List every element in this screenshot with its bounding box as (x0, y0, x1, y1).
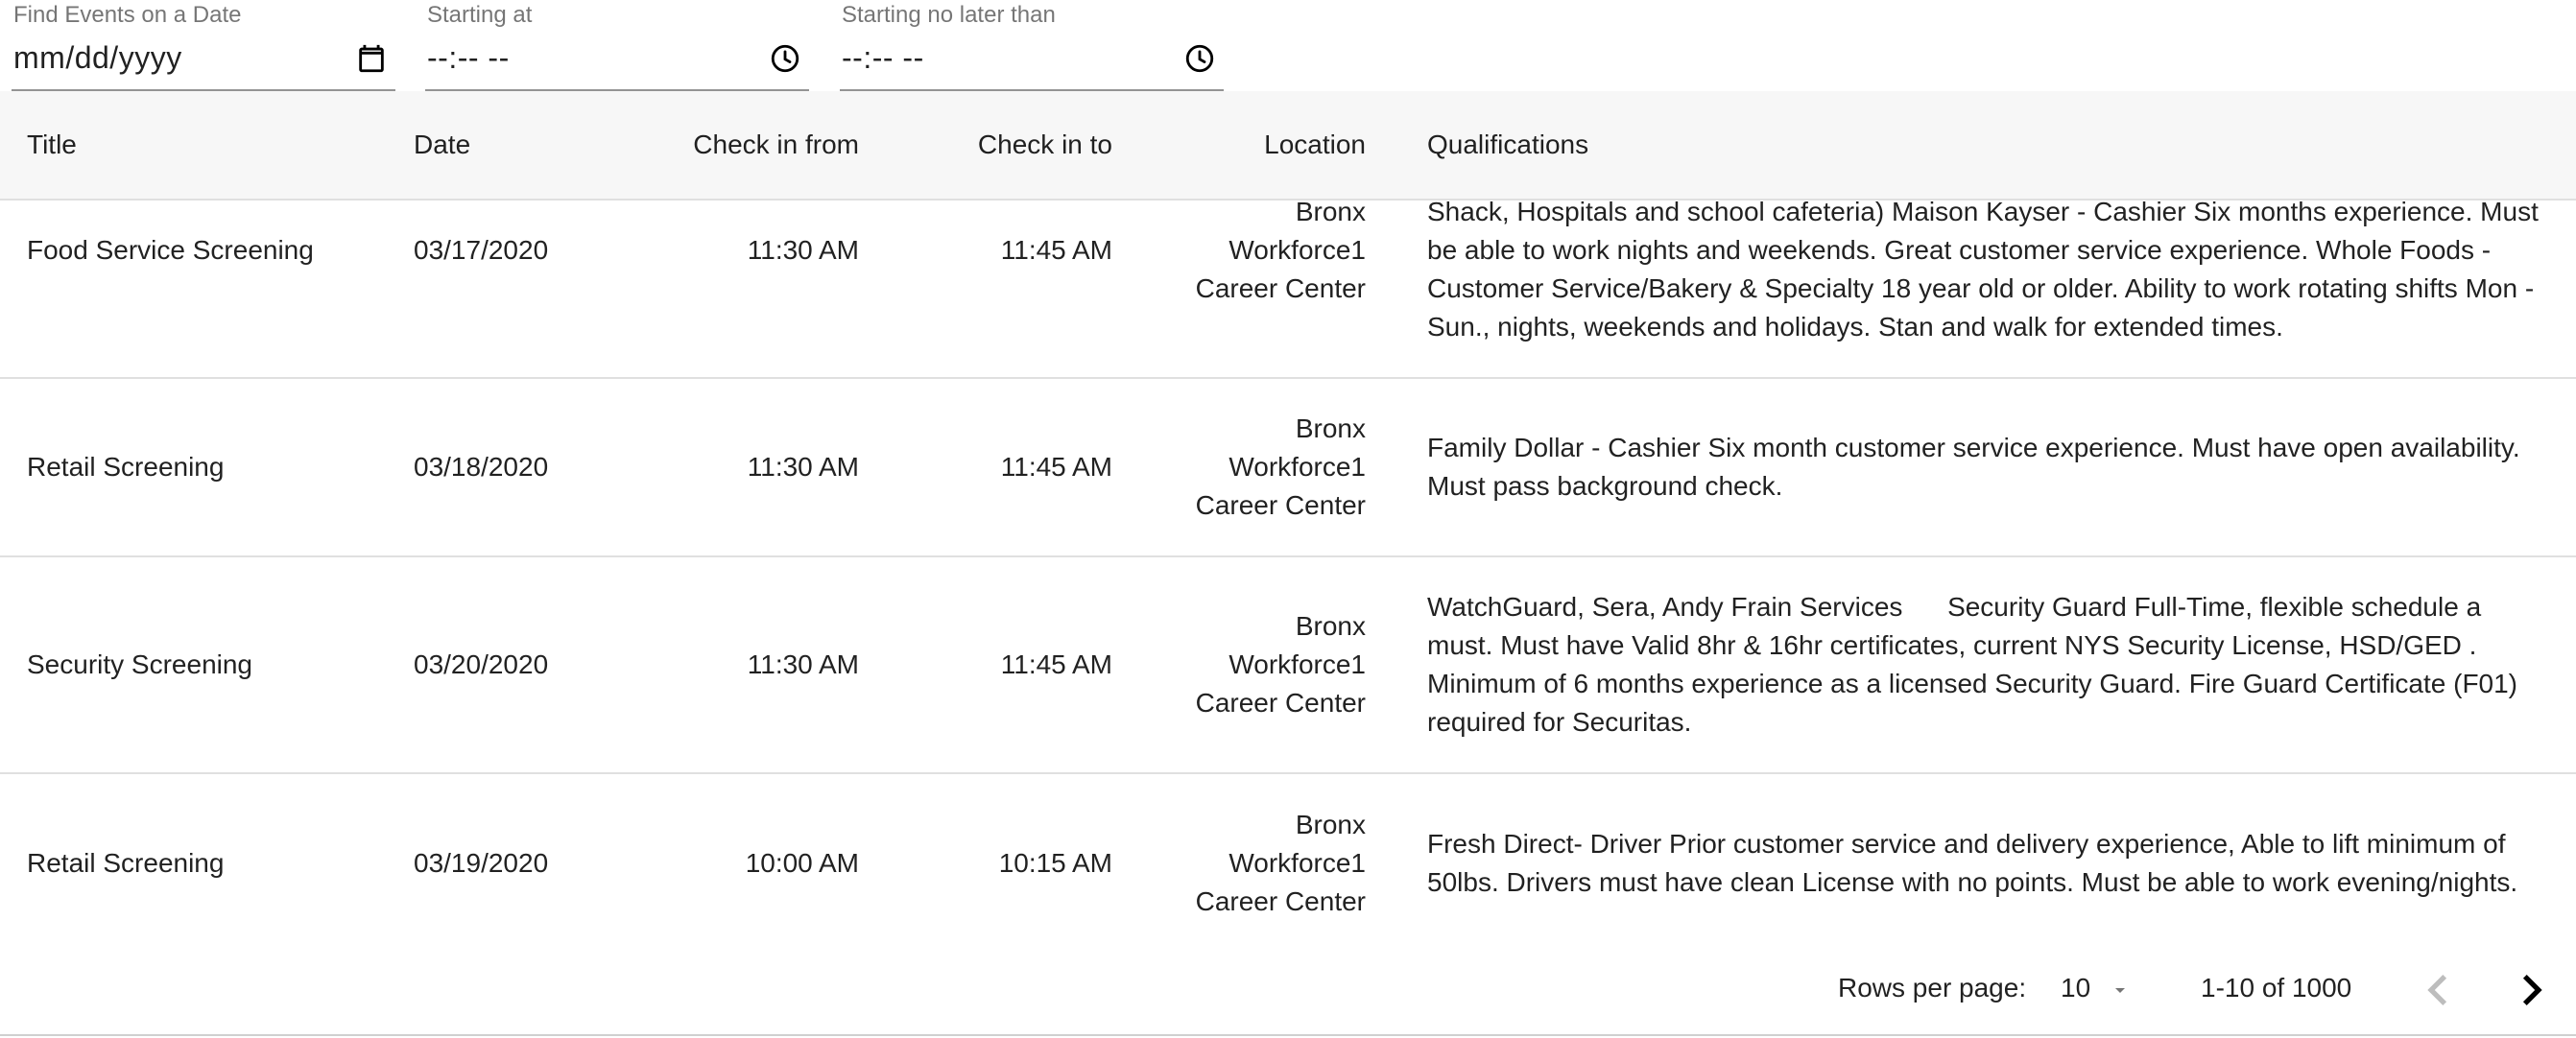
cell-location: Bronx Workforce1 Career Center (1195, 810, 1366, 916)
start-time-filter-field[interactable]: Starting at --:-- -- (425, 0, 809, 91)
cell-title: Security Screening (27, 649, 253, 679)
cell-check-in-from: 10:00 AM (745, 848, 859, 878)
column-header-check-in-to[interactable]: Check in to (978, 91, 1112, 199)
cell-title: Retail Screening (27, 452, 225, 482)
event-filters: Find Events on a Date mm/dd/yyyy Startin… (0, 0, 2576, 91)
cell-date: 03/17/2020 (414, 235, 549, 265)
cell-date: 03/18/2020 (414, 452, 549, 482)
cell-title: Food Service Screening (27, 235, 314, 265)
table-row[interactable]: Retail Screening 03/19/2020 10:00 AM 10:… (0, 774, 2576, 953)
clock-icon[interactable] (769, 42, 801, 75)
chevron-left-icon[interactable] (2407, 959, 2469, 1021)
cell-check-in-to: 11:45 AM (1000, 649, 1112, 679)
start-time-filter-label: Starting at (427, 2, 533, 28)
start-time-filter-input[interactable]: --:-- -- (427, 40, 510, 76)
date-filter-input[interactable]: mm/dd/yyyy (13, 40, 182, 76)
cell-check-in-from: 11:30 AM (747, 649, 859, 679)
events-table: Title Date Check in from Check in to Loc… (0, 91, 2576, 1038)
cell-location: Bronx Workforce1 Career Center (1195, 201, 1366, 303)
cell-check-in-from: 11:30 AM (747, 235, 859, 265)
rows-per-page-value[interactable]: 10 (2061, 973, 2090, 1003)
cell-qualifications: Shack, Hospitals and school cafeteria) M… (1427, 201, 2539, 342)
column-header-date[interactable]: Date (414, 91, 470, 199)
arrow-drop-down-icon[interactable] (2109, 979, 2132, 1002)
cell-check-in-to: 11:45 AM (1000, 235, 1112, 265)
cell-date: 03/20/2020 (414, 649, 549, 679)
end-time-filter-input[interactable]: --:-- -- (842, 40, 924, 76)
end-time-filter-field[interactable]: Starting no later than --:-- -- (840, 0, 1224, 91)
clock-icon[interactable] (1183, 42, 1216, 75)
cell-location: Bronx Workforce1 Career Center (1195, 611, 1366, 718)
date-filter-field[interactable]: Find Events on a Date mm/dd/yyyy (12, 0, 395, 91)
column-header-qualifications[interactable]: Qualifications (1427, 91, 1588, 199)
rows-per-page-label: Rows per page: (1838, 973, 2027, 1003)
table-pagination: Rows per page: 10 1-10 of 1000 (0, 944, 2576, 1036)
cell-check-in-from: 11:30 AM (747, 452, 859, 482)
cell-location: Bronx Workforce1 Career Center (1195, 413, 1366, 520)
cell-check-in-to: 11:45 AM (1000, 452, 1112, 482)
cell-qualifications: WatchGuard, Sera, Andy Frain Services Se… (1427, 592, 2525, 737)
column-header-location[interactable]: Location (1264, 91, 1366, 199)
cell-qualifications: Family Dollar - Cashier Six month custom… (1427, 433, 2520, 501)
calendar-icon[interactable] (355, 42, 388, 75)
table-header: Title Date Check in from Check in to Loc… (0, 91, 2576, 201)
table-row[interactable]: Security Screening 03/20/2020 11:30 AM 1… (0, 557, 2576, 774)
end-time-filter-label: Starting no later than (842, 2, 1056, 28)
pagination-range: 1-10 of 1000 (2201, 973, 2352, 1003)
cell-check-in-to: 10:15 AM (998, 848, 1112, 878)
table-row[interactable]: Retail Screening 03/18/2020 11:30 AM 11:… (0, 379, 2576, 557)
chevron-right-icon[interactable] (2501, 959, 2563, 1021)
table-row[interactable]: Food Service Screening 03/17/2020 11:30 … (0, 201, 2576, 379)
column-header-title[interactable]: Title (27, 91, 77, 199)
cell-qualifications: Fresh Direct- Driver Prior customer serv… (1427, 829, 2518, 897)
date-filter-label: Find Events on a Date (13, 2, 242, 28)
rows-per-page-select[interactable]: 10 (2061, 969, 2147, 1007)
cell-date: 03/19/2020 (414, 848, 549, 878)
cell-title: Retail Screening (27, 848, 225, 878)
column-header-check-in-from[interactable]: Check in from (693, 91, 859, 199)
